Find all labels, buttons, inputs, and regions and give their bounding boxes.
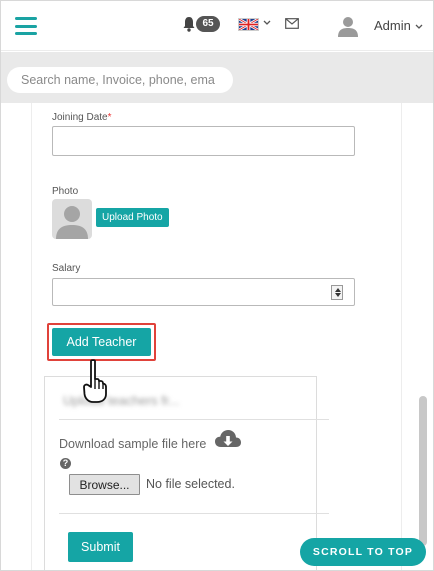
- search-bar-area: [1, 52, 433, 103]
- hamburger-icon[interactable]: [15, 17, 37, 35]
- content-divider: [31, 103, 32, 570]
- joining-date-field[interactable]: [52, 126, 355, 156]
- required-mark: *: [107, 112, 112, 123]
- app-frame: 65 Admin Joining Date* Photo: [0, 0, 434, 571]
- top-header: 65 Admin: [1, 1, 433, 51]
- notification-badge[interactable]: 65: [196, 16, 220, 32]
- photo-label: Photo: [52, 186, 79, 197]
- file-status-text: No file selected.: [146, 477, 235, 491]
- user-menu-label[interactable]: Admin: [374, 18, 411, 33]
- salary-label: Salary: [52, 263, 81, 274]
- uk-flag-icon[interactable]: [238, 18, 259, 31]
- pointing-hand-icon: [83, 359, 107, 403]
- browse-button[interactable]: Browse...: [69, 474, 140, 495]
- number-spinner[interactable]: [331, 285, 343, 300]
- upload-card-title: Upload teachers fr...: [63, 393, 180, 408]
- help-icon[interactable]: ?: [60, 458, 71, 469]
- upload-photo-button[interactable]: Upload Photo: [96, 208, 169, 227]
- submit-button[interactable]: Submit: [68, 532, 133, 562]
- bell-icon[interactable]: [182, 16, 196, 32]
- add-teacher-button[interactable]: Add Teacher: [52, 328, 151, 356]
- divider: [59, 513, 329, 514]
- download-sample-text: Download sample file here: [59, 437, 207, 451]
- photo-placeholder-icon: [52, 199, 92, 239]
- mail-icon[interactable]: [285, 18, 299, 29]
- user-avatar-icon[interactable]: [338, 16, 358, 37]
- chevron-down-icon[interactable]: [415, 24, 423, 30]
- scroll-to-top-button[interactable]: SCROLL TO TOP: [300, 538, 426, 566]
- salary-field[interactable]: [52, 278, 355, 306]
- chevron-down-icon[interactable]: [263, 20, 271, 26]
- joining-date-label: Joining Date*: [52, 112, 112, 123]
- scrollbar[interactable]: [419, 396, 427, 546]
- content-divider: [401, 103, 402, 570]
- cloud-download-icon[interactable]: [214, 429, 242, 450]
- divider: [59, 419, 329, 420]
- search-input[interactable]: [7, 67, 233, 93]
